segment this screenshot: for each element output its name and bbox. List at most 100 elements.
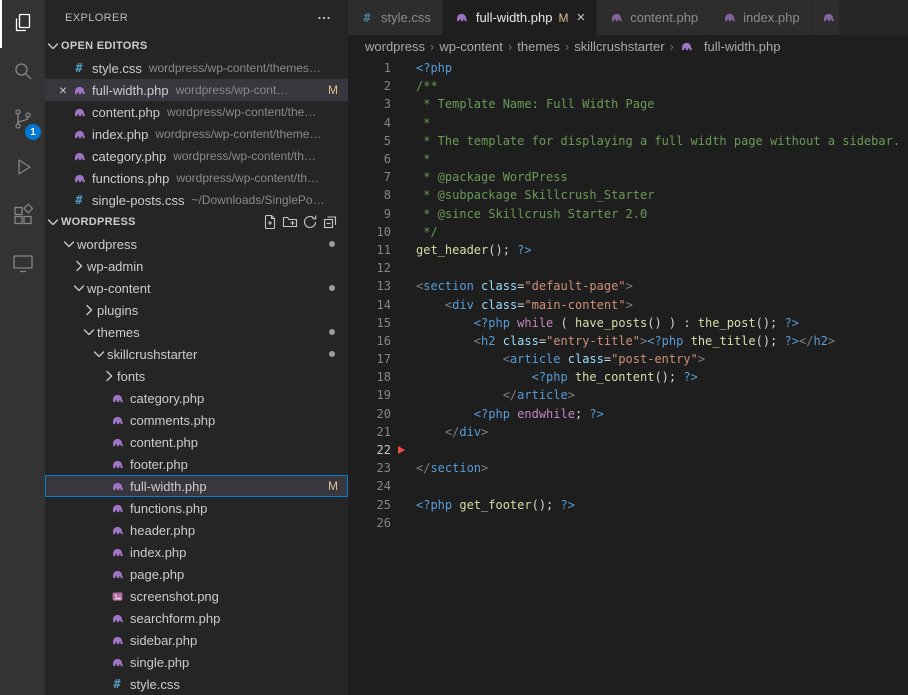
line-number[interactable]: 26 (348, 516, 391, 530)
extensions-activity-button[interactable] (0, 192, 45, 240)
code-line-content[interactable]: <div class="main-content"> (391, 298, 633, 312)
code-line[interactable]: 15 <?php while ( have_posts() ) : the_po… (348, 314, 908, 332)
open-editor-category.php[interactable]: category.phpwordpress/wp-content/th… (45, 145, 348, 167)
line-number[interactable]: 4 (348, 116, 391, 130)
tree-item-full-width.php[interactable]: full-width.phpM (45, 475, 348, 497)
code-line-content[interactable]: <?php endwhile; ?> (391, 407, 604, 421)
code-line[interactable]: 17 <article class="post-entry"> (348, 350, 908, 368)
line-number[interactable]: 24 (348, 479, 391, 493)
open-editor-style.css[interactable]: #style.csswordpress/wp-content/themes… (45, 57, 348, 79)
code-line[interactable]: 14 <div class="main-content"> (348, 295, 908, 313)
tree-item-comments.php[interactable]: comments.php (45, 409, 348, 431)
close-icon[interactable]: × (55, 82, 71, 98)
code-line[interactable]: 19 </article> (348, 386, 908, 404)
tree-item-wp-admin[interactable]: wp-admin (45, 255, 348, 277)
tree-item-footer.php[interactable]: footer.php (45, 453, 348, 475)
close-icon[interactable]: × (576, 10, 585, 25)
open-editor-single-posts.css[interactable]: #single-posts.css~/Downloads/SinglePo… (45, 189, 348, 211)
tree-item-sidebar.php[interactable]: sidebar.php (45, 629, 348, 651)
code-line[interactable]: 9 * @since Skillcrush Starter 2.0 (348, 205, 908, 223)
code-line[interactable]: 23</section> (348, 459, 908, 477)
open-editor-full-width.php[interactable]: ×full-width.phpwordpress/wp-cont…M (45, 79, 348, 101)
code-line-content[interactable]: <section class="default-page"> (391, 279, 633, 293)
tree-item-page.php[interactable]: page.php (45, 563, 348, 585)
line-number[interactable]: 17 (348, 352, 391, 366)
line-number[interactable]: 2 (348, 79, 391, 93)
tab-overflow[interactable] (812, 0, 839, 35)
remote-explorer-activity-button[interactable] (0, 240, 45, 288)
breadcrumb-item-wordpress[interactable]: wordpress (365, 39, 425, 54)
open-editor-content.php[interactable]: content.phpwordpress/wp-content/the… (45, 101, 348, 123)
run-debug-activity-button[interactable] (0, 144, 45, 192)
code-line[interactable]: 8 * @subpackage Skillcrush_Starter (348, 186, 908, 204)
line-number[interactable]: 1 (348, 61, 391, 75)
tab-style.css[interactable]: #style.css (348, 0, 443, 35)
more-actions-icon[interactable] (314, 8, 334, 28)
code-line-content[interactable]: <?php while ( have_posts() ) : the_post(… (391, 316, 799, 330)
code-editor[interactable]: 1<?php2/**3 * Template Name: Full Width … (348, 57, 908, 695)
line-number[interactable]: 3 (348, 97, 391, 111)
line-number[interactable]: 9 (348, 207, 391, 221)
line-number[interactable]: 22 (348, 443, 391, 457)
tree-item-themes[interactable]: themes (45, 321, 348, 343)
code-line[interactable]: 6 * (348, 150, 908, 168)
code-line-content[interactable]: * (391, 116, 430, 130)
line-number[interactable]: 20 (348, 407, 391, 421)
code-line[interactable]: 18 <?php the_content(); ?> (348, 368, 908, 386)
tab-full-width.php[interactable]: full-width.phpM× (443, 0, 597, 35)
code-line[interactable]: 3 * Template Name: Full Width Page (348, 95, 908, 113)
refresh-icon[interactable] (300, 212, 320, 232)
source-control-activity-button[interactable]: 1 (0, 96, 45, 144)
code-line-content[interactable]: </div> (391, 425, 488, 439)
code-line-content[interactable]: <?php the_content(); ?> (391, 370, 698, 384)
code-line[interactable]: 24 (348, 477, 908, 495)
code-line-content[interactable]: <?php (391, 61, 452, 75)
code-line-content[interactable]: * @subpackage Skillcrush_Starter (391, 188, 654, 202)
collapse-all-icon[interactable] (320, 212, 340, 232)
breadcrumb-item-full-width.php[interactable]: full-width.php (679, 39, 781, 54)
code-line[interactable]: 16 <h2 class="entry-title"><?php the_tit… (348, 332, 908, 350)
code-line[interactable]: 5 * The template for displaying a full w… (348, 132, 908, 150)
tree-item-plugins[interactable]: plugins (45, 299, 348, 321)
code-line[interactable]: 25<?php get_footer(); ?> (348, 496, 908, 514)
new-file-icon[interactable] (260, 212, 280, 232)
explorer-activity-button[interactable] (0, 0, 45, 48)
line-number[interactable]: 25 (348, 498, 391, 512)
line-number[interactable]: 16 (348, 334, 391, 348)
code-line-content[interactable]: */ (391, 225, 438, 239)
new-folder-icon[interactable] (280, 212, 300, 232)
code-line[interactable]: 26 (348, 514, 908, 532)
code-line[interactable]: 11get_header(); ?> (348, 241, 908, 259)
code-line-content[interactable]: * Template Name: Full Width Page (391, 97, 654, 111)
line-number[interactable]: 11 (348, 243, 391, 257)
code-line[interactable]: 4 * (348, 114, 908, 132)
tree-item-category.php[interactable]: category.php (45, 387, 348, 409)
code-line[interactable]: 1<?php (348, 59, 908, 77)
tab-index.php[interactable]: index.php (710, 0, 811, 35)
code-line-content[interactable]: </article> (391, 388, 575, 402)
tree-item-style.css[interactable]: #style.css (45, 673, 348, 695)
line-number[interactable]: 14 (348, 298, 391, 312)
tree-item-screenshot.png[interactable]: screenshot.png (45, 585, 348, 607)
line-number[interactable]: 19 (348, 388, 391, 402)
code-line[interactable]: 20 <?php endwhile; ?> (348, 405, 908, 423)
open-editors-header[interactable]: OPEN EDITORS (45, 35, 348, 57)
code-line[interactable]: 22 (348, 441, 908, 459)
tree-item-fonts[interactable]: fonts (45, 365, 348, 387)
code-line-content[interactable]: <?php get_footer(); ?> (391, 498, 575, 512)
tree-item-header.php[interactable]: header.php (45, 519, 348, 541)
code-line[interactable]: 7 * @package WordPress (348, 168, 908, 186)
code-line-content[interactable]: get_header(); ?> (391, 243, 532, 257)
code-line-content[interactable]: * (391, 152, 430, 166)
line-number[interactable]: 6 (348, 152, 391, 166)
breadcrumb-item-wp-content[interactable]: wp-content (439, 39, 503, 54)
line-number[interactable]: 7 (348, 170, 391, 184)
code-line-content[interactable]: <article class="post-entry"> (391, 352, 705, 366)
line-number[interactable]: 18 (348, 370, 391, 384)
breadcrumb-item-themes[interactable]: themes (517, 39, 560, 54)
tree-item-single.php[interactable]: single.php (45, 651, 348, 673)
line-number[interactable]: 13 (348, 279, 391, 293)
open-editor-functions.php[interactable]: functions.phpwordpress/wp-content/th… (45, 167, 348, 189)
search-activity-button[interactable] (0, 48, 45, 96)
tree-item-index.php[interactable]: index.php (45, 541, 348, 563)
